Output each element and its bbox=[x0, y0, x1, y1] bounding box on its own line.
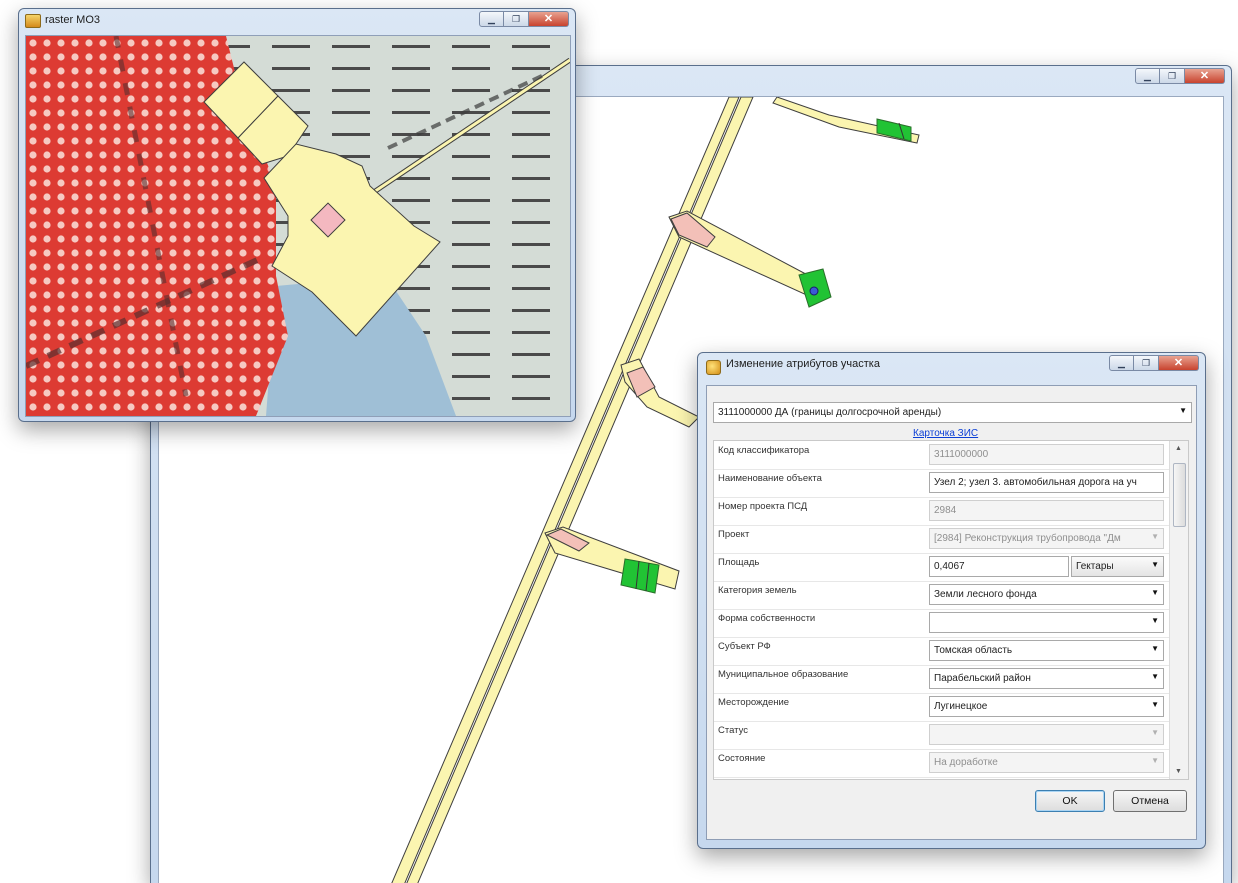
dialog-icon bbox=[706, 360, 721, 375]
maximize-icon[interactable]: ❐ bbox=[1160, 68, 1185, 84]
attribute-row: Код классификатора 3111000000 bbox=[714, 441, 1169, 470]
scroll-thumb[interactable] bbox=[1173, 463, 1186, 527]
classifier-combo[interactable]: 3111000000 ДА (границы долгосрочной арен… bbox=[713, 402, 1192, 423]
attribute-select[interactable]: Томская область ▼ bbox=[929, 640, 1164, 661]
branch-parcel-3[interactable] bbox=[620, 358, 700, 428]
attribute-label: Месторождение bbox=[718, 697, 790, 708]
attribute-label: Наименование объекта bbox=[718, 473, 822, 484]
close-icon[interactable]: ✕ bbox=[529, 11, 569, 27]
attribute-label: Муниципальное образование bbox=[718, 669, 849, 680]
attribute-select-value: Земли лесного фонда bbox=[934, 589, 1037, 600]
attribute-select[interactable]: Лугинецкое ▼ bbox=[929, 696, 1164, 717]
attribute-label: Состояние bbox=[718, 753, 766, 764]
well-marker-2[interactable] bbox=[809, 286, 819, 296]
attribute-row: Субъект РФ Томская область ▼ bbox=[714, 637, 1169, 666]
attribute-select-value: Парабельский район bbox=[934, 673, 1031, 684]
cancel-button[interactable]: Отмена bbox=[1113, 790, 1187, 812]
raster-canvas[interactable] bbox=[25, 35, 571, 417]
attribute-input[interactable]: Узел 2; узел 3. автомобильная дорога на … bbox=[929, 472, 1164, 493]
attribute-row: Месторождение Лугинецкое ▼ bbox=[714, 693, 1169, 722]
card-link[interactable]: Карточка ЗИС bbox=[913, 428, 978, 439]
maximize-icon[interactable]: ❐ bbox=[1134, 355, 1159, 371]
attribute-input: 3111000000 bbox=[929, 444, 1164, 465]
attribute-row: Наименование объекта Узел 2; узел 3. авто… bbox=[714, 469, 1169, 498]
chevron-down-icon: ▼ bbox=[1151, 700, 1159, 709]
attribute-label: Статус bbox=[718, 725, 749, 736]
attribute-label: Форма собственности bbox=[718, 613, 816, 624]
chevron-down-icon: ▼ bbox=[1179, 406, 1187, 415]
attribute-row: Номер проекта ПСД 2984 bbox=[714, 497, 1169, 526]
chevron-down-icon: ▼ bbox=[1151, 588, 1159, 597]
raster-window-title: raster MO3 bbox=[45, 14, 101, 26]
minimize-icon[interactable]: ▁ bbox=[479, 11, 504, 27]
dialog-title: Изменение атрибутов участка bbox=[726, 358, 880, 370]
chevron-down-icon: ▼ bbox=[1151, 728, 1159, 737]
attribute-row: Проект [2984] Реконструкция трубопровода … bbox=[714, 525, 1169, 554]
area-unit-select[interactable]: Гектары ▼ bbox=[1071, 556, 1164, 577]
chevron-down-icon: ▼ bbox=[1151, 756, 1159, 765]
attribute-select[interactable]: Земли лесного фонда ▼ bbox=[929, 584, 1164, 605]
attribute-label: Проект bbox=[718, 529, 750, 540]
dialog-body: 3111000000 ДА (границы долгосрочной арен… bbox=[706, 385, 1197, 840]
attribute-select[interactable]: ▼ bbox=[929, 612, 1164, 633]
close-icon[interactable]: ✕ bbox=[1159, 355, 1199, 371]
attribute-row: Состояние На доработке ▼ bbox=[714, 749, 1169, 778]
attribute-select[interactable]: Парабельский район ▼ bbox=[929, 668, 1164, 689]
attribute-row: Площадь 0,4067 Гектары ▼ bbox=[714, 553, 1169, 582]
attribute-input: 2984 bbox=[929, 500, 1164, 521]
scroll-up-icon[interactable]: ▲ bbox=[1175, 445, 1182, 452]
close-icon[interactable]: ✕ bbox=[1185, 68, 1225, 84]
main-window-controls: ▁ ❐ ✕ bbox=[1135, 68, 1225, 84]
attribute-label: Субъект РФ bbox=[718, 641, 771, 652]
app-icon bbox=[25, 14, 41, 28]
well-pad-4[interactable] bbox=[620, 558, 660, 594]
dialog-controls: ▁ ❐ ✕ bbox=[1109, 355, 1199, 371]
area-input[interactable]: 0,4067 bbox=[929, 556, 1069, 577]
chevron-down-icon: ▼ bbox=[1151, 532, 1159, 541]
classifier-combo-value: 3111000000 ДА (границы долгосрочной арен… bbox=[718, 407, 942, 418]
raster-window-controls: ▁ ❐ ✕ bbox=[479, 11, 569, 27]
attributes-dialog: Изменение атрибутов участка ▁ ❐ ✕ 311100… bbox=[697, 352, 1206, 849]
minimize-icon[interactable]: ▁ bbox=[1135, 68, 1160, 84]
scroll-down-icon[interactable]: ▼ bbox=[1175, 768, 1182, 775]
dialog-titlebar[interactable]: Изменение атрибутов участка ▁ ❐ ✕ bbox=[698, 353, 1205, 377]
attribute-row: Муниципальное образование Парабельский ра… bbox=[714, 665, 1169, 694]
grid-scrollbar[interactable]: ▲ ▼ bbox=[1169, 441, 1188, 779]
attribute-row: Категория земель Земли лесного фонда ▼ bbox=[714, 581, 1169, 610]
attribute-row: Статус ▼ bbox=[714, 721, 1169, 750]
maximize-icon[interactable]: ❐ bbox=[504, 11, 529, 27]
chevron-down-icon: ▼ bbox=[1151, 616, 1159, 625]
raster-window: raster MO3 ▁ ❐ ✕ bbox=[18, 8, 576, 422]
minimize-icon[interactable]: ▁ bbox=[1109, 355, 1134, 371]
attribute-select: ▼ bbox=[929, 724, 1164, 745]
attribute-select-value: На доработке bbox=[934, 757, 998, 768]
attribute-row: Форма собственности ▼ bbox=[714, 609, 1169, 638]
chevron-down-icon: ▼ bbox=[1151, 644, 1159, 653]
attribute-select-value: [2984] Реконструкция трубопровода "Дм bbox=[934, 533, 1121, 544]
area-unit-value: Гектары bbox=[1076, 561, 1114, 572]
attribute-select-value: Томская область bbox=[934, 645, 1013, 656]
ok-button[interactable]: OK bbox=[1035, 790, 1105, 812]
attribute-row: Исходные данные к материалам bbox=[714, 777, 1169, 779]
attribute-select: [2984] Реконструкция трубопровода "Дм ▼ bbox=[929, 528, 1164, 549]
attribute-label: Категория земель bbox=[718, 585, 797, 596]
attributes-grid[interactable]: Код классификатора 3111000000 Наименование… bbox=[713, 440, 1189, 780]
raster-titlebar[interactable]: raster MO3 ▁ ❐ ✕ bbox=[19, 9, 575, 33]
chevron-down-icon: ▼ bbox=[1151, 560, 1159, 569]
attribute-select-value: Лугинецкое bbox=[934, 701, 988, 712]
attribute-label: Площадь bbox=[718, 557, 760, 568]
attribute-label: Код классификатора bbox=[718, 445, 810, 456]
attribute-select: На доработке ▼ bbox=[929, 752, 1164, 773]
raster-drawing bbox=[26, 36, 570, 416]
attribute-label: Номер проекта ПСД bbox=[718, 501, 808, 512]
chevron-down-icon: ▼ bbox=[1151, 672, 1159, 681]
